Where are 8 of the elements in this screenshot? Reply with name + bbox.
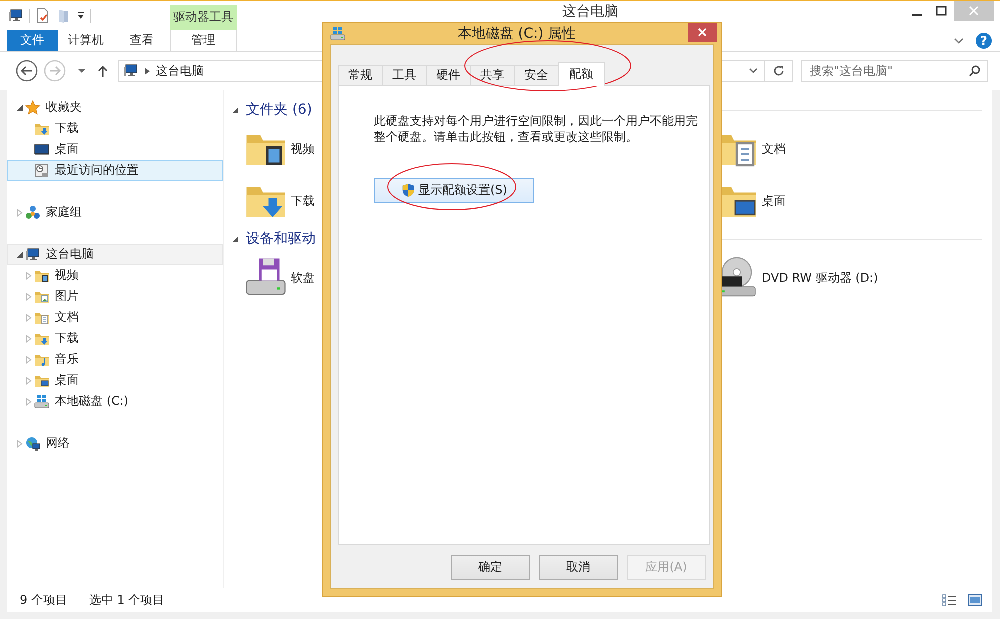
window-title: 这台电脑 <box>562 3 620 22</box>
dialog-title: 本地磁盘 (C:) 属性 <box>456 24 578 42</box>
group-header: 设备和驱动 <box>246 230 316 248</box>
context-tab-label: 驱动器工具 <box>170 5 237 30</box>
selection-count: 选中 1 个项目 <box>89 592 165 608</box>
item-count: 9 个项目 <box>20 592 68 608</box>
description-text: 此硬盘支持对每个用户进行空间限制，因此一个用户不能用完整个硬盘。请单击此按钮，查看或更改这些限制。 <box>374 113 699 145</box>
group-header: 文件夹 (6) <box>246 101 312 119</box>
